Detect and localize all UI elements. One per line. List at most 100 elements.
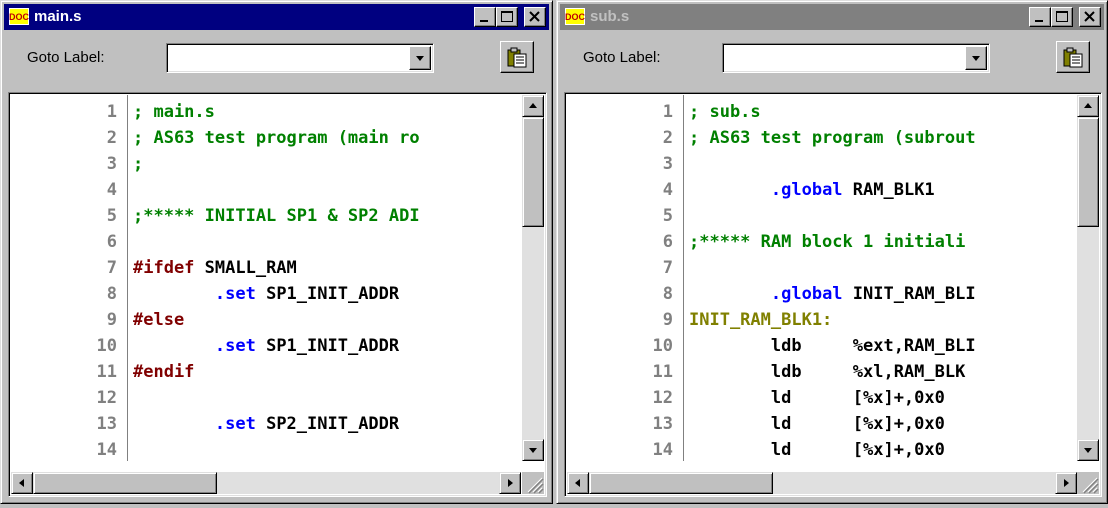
close-icon [529, 11, 540, 22]
scroll-down-button[interactable] [1077, 439, 1099, 461]
code-line[interactable]: 2 ; AS63 test program (subrout [567, 125, 1077, 151]
code-editor[interactable]: 1 ; main.s 2 ; AS63 test program (main ro 3;… [8, 92, 547, 497]
code-line[interactable]: 14 [11, 437, 521, 461]
line-source: ; main.s [133, 102, 215, 122]
line-number: 8 [106, 284, 117, 304]
code-line[interactable]: 5 ;***** INITIAL SP1 & SP2 ADI [11, 203, 521, 229]
code-line[interactable]: 7 #ifdef SMALL_RAM [11, 255, 521, 281]
code-line[interactable]: 8 .set SP1_INIT_ADDR [11, 281, 521, 307]
code-line[interactable]: 4 .global RAM_BLK1 [567, 177, 1077, 203]
size-grip[interactable] [522, 472, 544, 494]
line-number: 5 [106, 206, 117, 226]
line-number: 9 [662, 310, 673, 330]
scroll-up-button[interactable] [1077, 95, 1099, 117]
editor-window-sub[interactable]: DOC sub.s Goto Label: 1 ; sub.s 2 ; AS63… [556, 0, 1108, 504]
arrow-up-icon [529, 103, 537, 108]
code-area[interactable]: 1 ; main.s 2 ; AS63 test program (main ro 3;… [11, 99, 521, 461]
line-number: 1 [106, 102, 117, 122]
scroll-left-button[interactable] [11, 472, 33, 494]
doc-icon: DOC [565, 8, 585, 25]
code-line[interactable]: 4 [11, 177, 521, 203]
maximize-button[interactable] [496, 7, 518, 27]
dropdown-arrow-button[interactable] [409, 46, 431, 70]
code-line[interactable]: 10 ldb %ext,RAM_BLI [567, 333, 1077, 359]
code-line[interactable]: 6 ;***** RAM block 1 initiali [567, 229, 1077, 255]
vertical-scroll-thumb[interactable] [1077, 117, 1099, 227]
code-line[interactable]: 12 [11, 385, 521, 411]
horizontal-scroll-thumb[interactable] [589, 472, 773, 494]
minimize-button[interactable] [474, 7, 496, 27]
code-token: .global [770, 180, 843, 200]
code-line[interactable]: 8 .global INIT_RAM_BLI [567, 281, 1077, 307]
line-number: 10 [96, 336, 117, 356]
line-source: ldb %xl,RAM_BLK [689, 362, 966, 382]
code-line[interactable]: 6 [11, 229, 521, 255]
close-button[interactable] [524, 7, 546, 27]
goto-label-dropdown[interactable] [166, 43, 434, 73]
title-bar[interactable]: DOC main.s [4, 4, 549, 30]
code-line[interactable]: 14 ld [%x]+,0x0 [567, 437, 1077, 461]
code-area[interactable]: 1 ; sub.s 2 ; AS63 test program (subrout 3 4 … [567, 99, 1077, 461]
line-number: 7 [662, 258, 673, 278]
maximize-icon [501, 11, 513, 22]
code-line[interactable]: 7 [567, 255, 1077, 281]
horizontal-scroll-thumb[interactable] [33, 472, 217, 494]
goto-label-dropdown[interactable] [722, 43, 990, 73]
code-token: .set [214, 414, 256, 434]
code-line[interactable]: 2 ; AS63 test program (main ro [11, 125, 521, 151]
code-line[interactable]: 11 #endif [11, 359, 521, 385]
code-line[interactable]: 12 ld [%x]+,0x0 [567, 385, 1077, 411]
code-line[interactable]: 13 ld [%x]+,0x0 [567, 411, 1077, 437]
code-editor[interactable]: 1 ; sub.s 2 ; AS63 test program (subrout 3 4 … [564, 92, 1102, 497]
code-line[interactable]: 5 [567, 203, 1077, 229]
editor-window-main[interactable]: DOC main.s Goto Label: 1 ; main.s 2 ; AS… [0, 0, 553, 504]
vertical-scrollbar[interactable] [522, 95, 544, 461]
close-button[interactable] [1079, 7, 1101, 27]
scroll-down-button[interactable] [522, 439, 544, 461]
line-number: 11 [652, 362, 673, 382]
title-bar[interactable]: DOC sub.s [560, 4, 1104, 30]
code-line[interactable]: 1 ; main.s [11, 99, 521, 125]
line-number: 2 [106, 128, 117, 148]
line-source: ld [%x]+,0x0 [689, 414, 945, 434]
svg-text:DOC: DOC [9, 12, 29, 22]
scroll-right-button[interactable] [499, 472, 521, 494]
minimize-button[interactable] [1029, 7, 1051, 27]
gutter-separator [127, 95, 128, 461]
scroll-up-button[interactable] [522, 95, 544, 117]
code-line[interactable]: 1 ; sub.s [567, 99, 1077, 125]
code-line[interactable]: 3 [567, 151, 1077, 177]
line-source: ; [133, 154, 144, 174]
line-source: ldb %ext,RAM_BLI [689, 336, 976, 356]
code-token: SP1_INIT_ADDR [255, 284, 400, 304]
properties-button[interactable] [500, 41, 534, 73]
arrow-left-icon [575, 479, 580, 487]
horizontal-scrollbar[interactable] [11, 472, 521, 494]
line-source: #endif [133, 362, 195, 382]
horizontal-scrollbar[interactable] [567, 472, 1077, 494]
line-source: .set SP1_INIT_ADDR [133, 281, 399, 307]
line-number: 14 [96, 440, 117, 460]
code-line[interactable]: 13 .set SP2_INIT_ADDR [11, 411, 521, 437]
code-line[interactable]: 3; [11, 151, 521, 177]
line-number: 4 [662, 180, 673, 200]
code-token: .global [770, 284, 843, 304]
goto-toolbar: Goto Label: [560, 32, 1104, 84]
vertical-scrollbar[interactable] [1077, 95, 1099, 461]
code-line[interactable]: 9 INIT_RAM_BLK1: [567, 307, 1077, 333]
line-number: 6 [662, 232, 673, 252]
code-line[interactable]: 9 #else [11, 307, 521, 333]
scroll-left-button[interactable] [567, 472, 589, 494]
line-number: 1 [662, 102, 673, 122]
size-grip[interactable] [1077, 472, 1099, 494]
scroll-right-button[interactable] [1055, 472, 1077, 494]
properties-button[interactable] [1056, 41, 1090, 73]
vertical-scroll-thumb[interactable] [522, 117, 544, 227]
line-source: ; AS63 test program (subrout [689, 128, 976, 148]
code-token: INIT_RAM_BLI [842, 284, 976, 304]
dropdown-arrow-button[interactable] [965, 46, 987, 70]
code-line[interactable]: 10 .set SP1_INIT_ADDR [11, 333, 521, 359]
code-line[interactable]: 11 ldb %xl,RAM_BLK [567, 359, 1077, 385]
maximize-button[interactable] [1051, 7, 1073, 27]
